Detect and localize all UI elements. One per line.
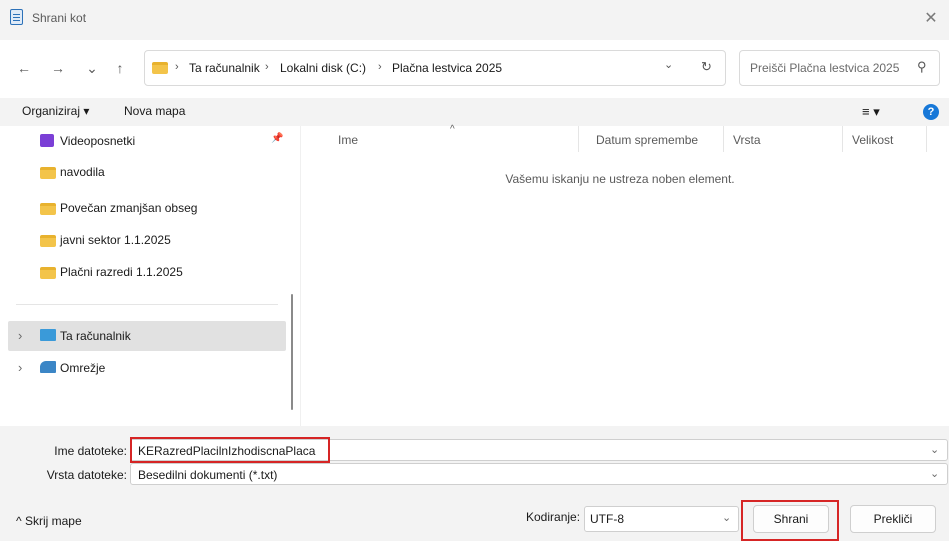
sidebar-item-navodila[interactable]: navodila: [8, 157, 286, 187]
breadcrumb-separator: ›: [265, 61, 269, 73]
new-folder-button[interactable]: Nova mapa: [124, 104, 185, 118]
recent-locations-button[interactable]: ⌄: [82, 58, 102, 78]
filename-input[interactable]: KERazredPlacilnIzhodiscnaPlaca: [138, 444, 315, 458]
breadcrumb-separator: ›: [175, 61, 179, 73]
sidebar-item-label: Ta računalnik: [60, 329, 131, 343]
network-icon: [40, 361, 56, 373]
forward-button[interactable]: →: [48, 58, 68, 78]
view-menu-button[interactable]: ≡ ▾: [862, 104, 880, 120]
column-header-date[interactable]: Datum spremembe: [596, 133, 698, 147]
folder-icon: [40, 167, 56, 179]
notepad-icon: [10, 9, 23, 25]
pane-divider: [300, 126, 301, 426]
breadcrumb-local-disk[interactable]: Lokalni disk (C:): [280, 61, 366, 75]
filetype-value: Besedilni dokumenti (*.txt): [138, 468, 278, 482]
column-header-size[interactable]: Velikost: [852, 133, 893, 147]
column-separator[interactable]: [578, 126, 579, 152]
chevron-right-icon[interactable]: ›: [18, 360, 22, 375]
video-icon: [40, 134, 54, 147]
search-icon[interactable]: ⚲: [917, 59, 927, 75]
sidebar-item-javni-sektor[interactable]: javni sektor 1.1.2025: [8, 225, 286, 255]
cancel-button[interactable]: Prekliči: [850, 505, 936, 533]
refresh-icon[interactable]: ↻: [701, 59, 712, 75]
folder-icon: [40, 267, 56, 279]
hide-folders-button[interactable]: ^ Skrij mape: [16, 514, 82, 528]
encoding-label: Kodiranje:: [526, 510, 581, 524]
sidebar-item-label: Videoposnetki: [60, 134, 136, 148]
sidebar-item-label: Plačni razredi 1.1.2025: [60, 265, 183, 279]
save-highlight: [741, 500, 839, 541]
chevron-right-icon[interactable]: ›: [18, 328, 22, 343]
sidebar-divider: [16, 304, 278, 305]
column-header-type[interactable]: Vrsta: [733, 133, 761, 147]
computer-icon: [40, 329, 56, 341]
breadcrumb-this-pc[interactable]: Ta računalnik: [189, 61, 260, 75]
sidebar-item-label: javni sektor 1.1.2025: [60, 233, 171, 247]
column-separator[interactable]: [926, 126, 927, 152]
up-button[interactable]: ↑: [110, 58, 130, 78]
breadcrumb-current-folder[interactable]: Plačna lestvica 2025: [392, 61, 502, 75]
filename-label: Ime datoteke:: [54, 444, 127, 458]
address-dropdown-icon[interactable]: ⌄: [664, 58, 673, 71]
column-separator[interactable]: [723, 126, 724, 152]
search-input[interactable]: Preišči Plačna lestvica 2025: [750, 61, 899, 75]
empty-results-message: Vašemu iskanju ne ustreza noben element.: [505, 172, 735, 186]
sidebar-item-this-pc[interactable]: › Ta računalnik: [8, 321, 286, 351]
pin-icon[interactable]: 📌: [271, 133, 283, 144]
breadcrumb-separator: ›: [378, 61, 382, 73]
help-icon[interactable]: ?: [923, 104, 939, 120]
window-title: Shrani kot: [32, 11, 87, 25]
folder-icon: [40, 235, 56, 247]
sidebar-item-videos[interactable]: Videoposnetki 📌: [8, 126, 286, 156]
back-button[interactable]: ←: [14, 58, 34, 78]
filetype-label: Vrsta datoteke:: [46, 468, 127, 482]
column-header-name[interactable]: Ime: [338, 133, 358, 147]
column-separator[interactable]: [842, 126, 843, 152]
close-icon[interactable]: ✕: [918, 7, 944, 31]
folder-icon: [152, 62, 168, 74]
organize-button[interactable]: Organiziraj ▾: [22, 104, 89, 118]
chevron-down-icon[interactable]: ⌄: [930, 467, 939, 480]
sidebar-item-label: Povečan zmanjšan obseg: [60, 201, 198, 215]
sidebar-item-povecan[interactable]: Povečan zmanjšan obseg: [8, 193, 286, 223]
sort-up-icon: ^: [450, 124, 455, 135]
sidebar-item-label: Omrežje: [60, 361, 106, 375]
folder-icon: [40, 203, 56, 215]
title-bar: [0, 0, 949, 40]
sidebar-scrollbar[interactable]: [291, 294, 293, 410]
sidebar-item-label: navodila: [60, 165, 105, 179]
chevron-down-icon[interactable]: ⌄: [722, 511, 731, 524]
sidebar-item-network[interactable]: › Omrežje: [8, 353, 286, 383]
sidebar-item-placni-razredi[interactable]: Plačni razredi 1.1.2025: [8, 257, 286, 287]
encoding-value: UTF-8: [590, 512, 624, 526]
chevron-down-icon[interactable]: ⌄: [930, 443, 939, 456]
